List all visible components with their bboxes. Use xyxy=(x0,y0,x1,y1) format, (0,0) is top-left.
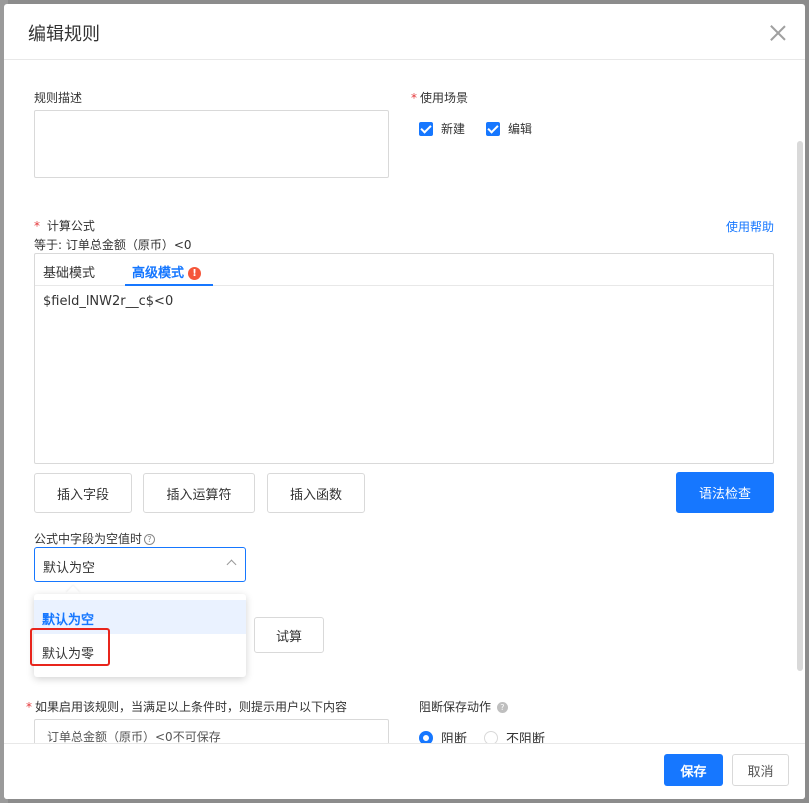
radio-selected-icon xyxy=(419,730,433,743)
option-default-zero[interactable]: 默认为零 xyxy=(34,634,246,668)
check-icon xyxy=(419,121,433,136)
check-icon xyxy=(486,121,500,136)
dialog-footer: 保存 取消 xyxy=(4,743,805,799)
null-handling-select[interactable]: 默认为空 xyxy=(34,547,246,582)
tab-advanced-mode[interactable]: 高级模式! xyxy=(132,262,202,281)
radio-block-label: 阻断 xyxy=(441,732,468,743)
insert-operator-button[interactable]: 插入运算符 xyxy=(143,473,255,513)
close-icon[interactable] xyxy=(767,22,789,44)
question-icon[interactable]: ? xyxy=(144,534,156,545)
radio-no-block-label: 不阻断 xyxy=(506,732,546,743)
active-tab-indicator xyxy=(125,284,213,286)
dialog-title: 编辑规则 xyxy=(28,24,100,45)
usage-help-link[interactable]: 使用帮助 xyxy=(726,218,774,235)
null-handling-label-text: 公式中字段为空值时 xyxy=(34,532,143,546)
null-handling-label: 公式中字段为空值时? xyxy=(34,530,156,547)
radio-block[interactable]: 阻断 xyxy=(419,728,467,743)
formula-equals-text: 等于: 订单总金额（原币）<0 xyxy=(34,238,192,252)
block-label-text: 阻断保存动作 xyxy=(419,700,492,714)
insert-function-button[interactable]: 插入函数 xyxy=(267,473,365,513)
checkbox-create-label: 新建 xyxy=(441,122,466,136)
mode-tabs: 基础模式 高级模式! xyxy=(35,254,773,286)
scenario-label-text: 使用场景 xyxy=(420,91,469,105)
tab-advanced-label: 高级模式 xyxy=(132,266,185,281)
scrollbar[interactable] xyxy=(797,141,803,671)
description-label: 规则描述 xyxy=(34,91,83,105)
required-mark: * xyxy=(34,219,40,233)
required-mark: * xyxy=(411,91,417,105)
checkbox-create[interactable]: 新建 xyxy=(419,120,465,137)
radio-unselected-icon xyxy=(484,730,498,743)
radio-no-block[interactable]: 不阻断 xyxy=(484,728,545,743)
formula-editor: 基础模式 高级模式! $field_lNW2r__c$<0 xyxy=(34,253,774,464)
formula-label-text: 计算公式 xyxy=(46,219,95,233)
prompt-label: * 如果启用该规则，当满足以上条件时，则提示用户以下内容 xyxy=(26,698,347,715)
block-label: 阻断保存动作 ? xyxy=(419,698,508,715)
tab-basic-mode[interactable]: 基础模式 xyxy=(43,262,95,281)
syntax-check-button[interactable]: 语法检查 xyxy=(676,472,774,513)
save-button[interactable]: 保存 xyxy=(664,754,723,786)
prompt-label-text: 如果启用该规则，当满足以上条件时，则提示用户以下内容 xyxy=(35,700,348,714)
cancel-button[interactable]: 取消 xyxy=(732,754,789,786)
required-mark: * xyxy=(26,700,32,714)
edit-rule-dialog: 编辑规则 规则描述 * 使用场景 新建 编辑 * 计算公式 使用帮助 等于: 订单… xyxy=(4,4,805,799)
dialog-body: 规则描述 * 使用场景 新建 编辑 * 计算公式 使用帮助 等于: 订单总金额（原… xyxy=(4,61,805,743)
chevron-up-icon xyxy=(226,559,237,570)
null-handling-dropdown: 默认为空 默认为零 xyxy=(34,594,246,677)
checkbox-edit[interactable]: 编辑 xyxy=(486,120,532,137)
formula-code[interactable]: $field_lNW2r__c$<0 xyxy=(43,294,173,309)
scenario-label: * 使用场景 xyxy=(411,89,468,106)
formula-label: * 计算公式 xyxy=(34,217,95,234)
warning-icon: ! xyxy=(188,267,202,280)
trial-calc-button[interactable]: 试算 xyxy=(254,617,324,653)
prompt-input[interactable]: 订单总金额（原币）<0不可保存 xyxy=(34,719,389,743)
dialog-header: 编辑规则 xyxy=(4,4,805,60)
description-textarea[interactable] xyxy=(34,110,389,178)
question-icon[interactable]: ? xyxy=(496,702,508,713)
checkbox-edit-label: 编辑 xyxy=(508,122,533,136)
select-value: 默认为空 xyxy=(43,561,96,576)
option-default-empty[interactable]: 默认为空 xyxy=(34,600,246,634)
insert-field-button[interactable]: 插入字段 xyxy=(34,473,132,513)
